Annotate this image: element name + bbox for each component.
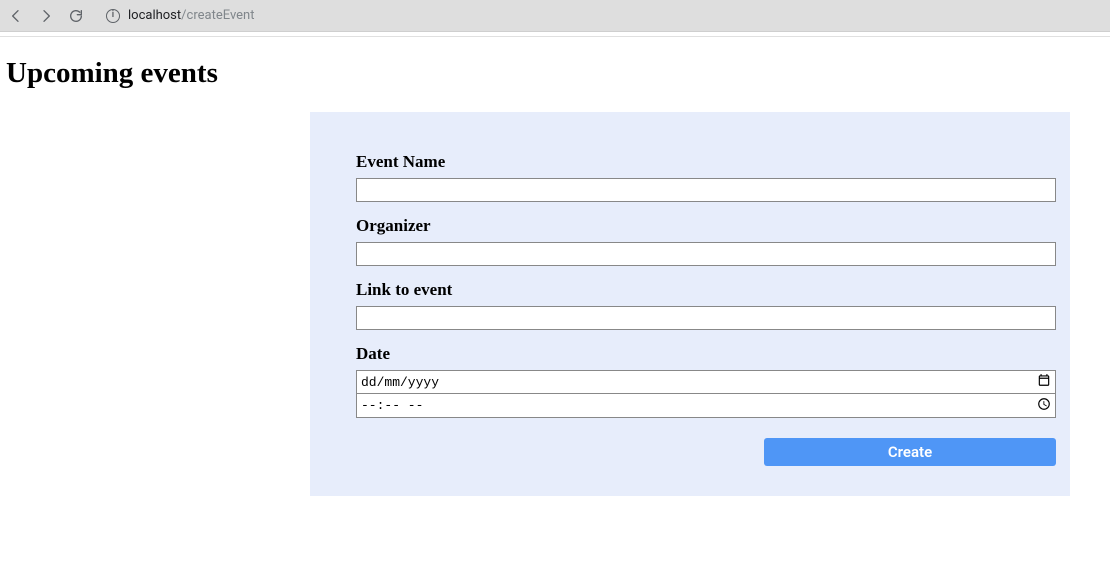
date-input[interactable]: dd/mm/yyyy [356,370,1056,394]
event-name-label: Event Name [356,152,1024,172]
date-label: Date [356,344,1024,364]
form-actions: Create [356,438,1056,466]
reload-icon [68,8,84,24]
link-label: Link to event [356,280,1024,300]
nav-controls [8,8,84,24]
arrow-left-icon [8,8,24,24]
calendar-icon[interactable] [1037,373,1051,391]
organizer-label: Organizer [356,216,1024,236]
site-info-icon[interactable]: i [106,9,120,23]
time-input[interactable]: --:-- -- [356,394,1056,418]
browser-toolbar: i localhost/createEvent [0,0,1110,32]
url-text: localhost/createEvent [128,8,254,23]
create-button[interactable]: Create [764,438,1056,466]
address-bar[interactable]: i localhost/createEvent [96,3,1102,29]
date-placeholder-text: dd/mm/yyyy [361,375,439,390]
url-host: localhost [128,8,181,23]
link-group: Link to event [356,280,1024,330]
organizer-input[interactable] [356,242,1056,266]
url-path: /createEvent [181,8,254,23]
event-name-input[interactable] [356,178,1056,202]
link-input[interactable] [356,306,1056,330]
back-button[interactable] [8,8,24,24]
page-title: Upcoming events [6,57,1104,90]
forward-button[interactable] [38,8,54,24]
clock-icon[interactable] [1037,397,1051,415]
organizer-group: Organizer [356,216,1024,266]
date-group: Date dd/mm/yyyy --:-- -- [356,344,1024,418]
reload-button[interactable] [68,8,84,24]
arrow-right-icon [38,8,54,24]
page-content: Upcoming events Event Name Organizer Lin… [0,37,1110,496]
time-placeholder-text: --:-- -- [361,398,423,413]
create-event-form: Event Name Organizer Link to event Date … [310,112,1070,496]
event-name-group: Event Name [356,152,1024,202]
